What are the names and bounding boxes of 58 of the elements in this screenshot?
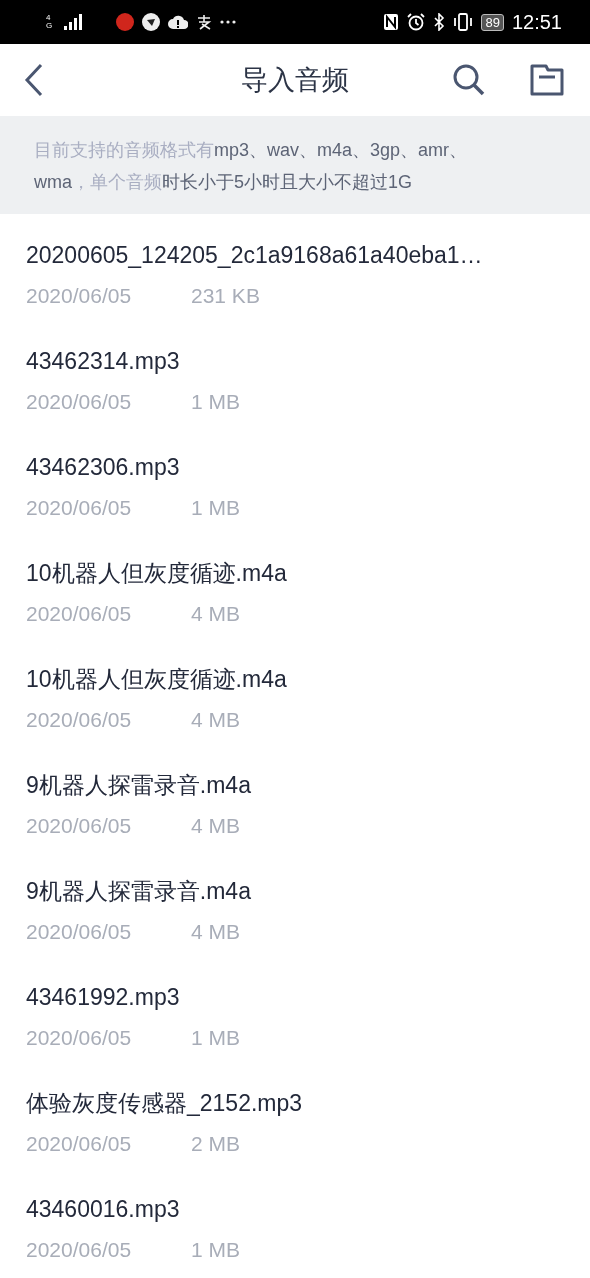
file-name: 43462306.mp3 bbox=[26, 454, 180, 480]
app-notification-icon bbox=[116, 13, 134, 31]
file-size: 4 MB bbox=[191, 920, 240, 944]
audio-file-item[interactable]: 10机器人但灰度循迹.m4a 2020/06/05 4 MB bbox=[26, 558, 590, 664]
alarm-icon bbox=[407, 13, 426, 31]
file-date: 2020/06/05 bbox=[26, 1238, 132, 1261]
network-type: 4G bbox=[46, 14, 54, 30]
file-size: 4 MB bbox=[191, 814, 240, 838]
folder-button[interactable] bbox=[530, 64, 564, 96]
battery-level: 89 bbox=[481, 13, 504, 31]
cloud-alert-icon bbox=[168, 15, 188, 29]
file-size: 2 MB bbox=[191, 1132, 240, 1156]
audio-file-item[interactable]: 9机器人探雷录音.m4a 2020/06/05 4 MB bbox=[26, 876, 590, 982]
file-name: 43462314.mp3 bbox=[26, 348, 180, 374]
file-name: 9机器人探雷录音.m4a bbox=[26, 772, 251, 798]
file-name: 43461992.mp3 bbox=[26, 984, 180, 1010]
audio-file-item[interactable]: 20200605_124205_2c1a9168a61a40eba1… 2020/06/05 231 KB bbox=[26, 240, 590, 346]
file-size: 1 MB bbox=[191, 1238, 240, 1262]
audio-file-item[interactable]: 10机器人但灰度循迹.m4a 2020/06/05 4 MB bbox=[26, 664, 590, 770]
file-size: 1 MB bbox=[191, 390, 240, 414]
file-name: 10机器人但灰度循迹.m4a bbox=[26, 560, 287, 586]
app-notification-icon bbox=[196, 14, 212, 30]
file-date: 2020/06/05 bbox=[26, 284, 132, 307]
file-name: 9机器人探雷录音.m4a bbox=[26, 878, 251, 904]
file-name: 10机器人但灰度循迹.m4a bbox=[26, 666, 287, 692]
supported-formats-notice: 目前支持的音频格式有mp3、wav、m4a、3gp、amr、wma，单个音频时长小于5小时且大小不超过1G bbox=[34, 139, 469, 194]
file-date: 2020/06/05 bbox=[26, 1026, 132, 1049]
page-title: 导入音频 bbox=[240, 64, 350, 97]
bluetooth-icon bbox=[433, 13, 446, 31]
signal-icon bbox=[64, 14, 82, 30]
file-size: 4 MB bbox=[191, 602, 240, 626]
vibrate-icon bbox=[453, 13, 474, 31]
file-size: 1 MB bbox=[191, 1026, 240, 1050]
app-notification-icon bbox=[142, 13, 160, 31]
file-date: 2020/06/05 bbox=[26, 390, 132, 413]
file-date: 2020/06/05 bbox=[26, 1132, 132, 1155]
file-date: 2020/06/05 bbox=[26, 814, 132, 837]
file-name: 43460016.mp3 bbox=[26, 1196, 180, 1222]
file-date: 2020/06/05 bbox=[26, 602, 132, 625]
file-date: 2020/06/05 bbox=[26, 920, 132, 943]
clock: 12:51 bbox=[511, 10, 562, 34]
back-button[interactable] bbox=[24, 63, 44, 97]
file-size: 1 MB bbox=[191, 496, 240, 520]
file-name: 体验灰度传感器_2152.mp3 bbox=[26, 1090, 303, 1116]
audio-file-item[interactable]: 43462314.mp3 2020/06/05 1 MB bbox=[26, 346, 590, 452]
audio-file-item[interactable]: 43461992.mp3 2020/06/05 1 MB bbox=[26, 982, 590, 1088]
file-size: 4 MB bbox=[191, 708, 240, 732]
file-date: 2020/06/05 bbox=[26, 708, 132, 731]
audio-file-item[interactable]: 43460016.mp3 2020/06/05 1 MB bbox=[26, 1194, 590, 1278]
file-date: 2020/06/05 bbox=[26, 496, 132, 519]
more-notifications-icon bbox=[220, 20, 236, 24]
file-name: 20200605_124205_2c1a9168a61a40eba1… bbox=[26, 242, 483, 268]
audio-file-item[interactable]: 9机器人探雷录音.m4a 2020/06/05 4 MB bbox=[26, 770, 590, 876]
audio-file-item[interactable]: 43462306.mp3 2020/06/05 1 MB bbox=[26, 452, 590, 558]
audio-file-item[interactable]: 体验灰度传感器_2152.mp3 2020/06/05 2 MB bbox=[26, 1088, 590, 1194]
search-button[interactable] bbox=[452, 63, 486, 97]
nfc-icon bbox=[383, 13, 400, 31]
file-size: 231 KB bbox=[191, 284, 260, 308]
